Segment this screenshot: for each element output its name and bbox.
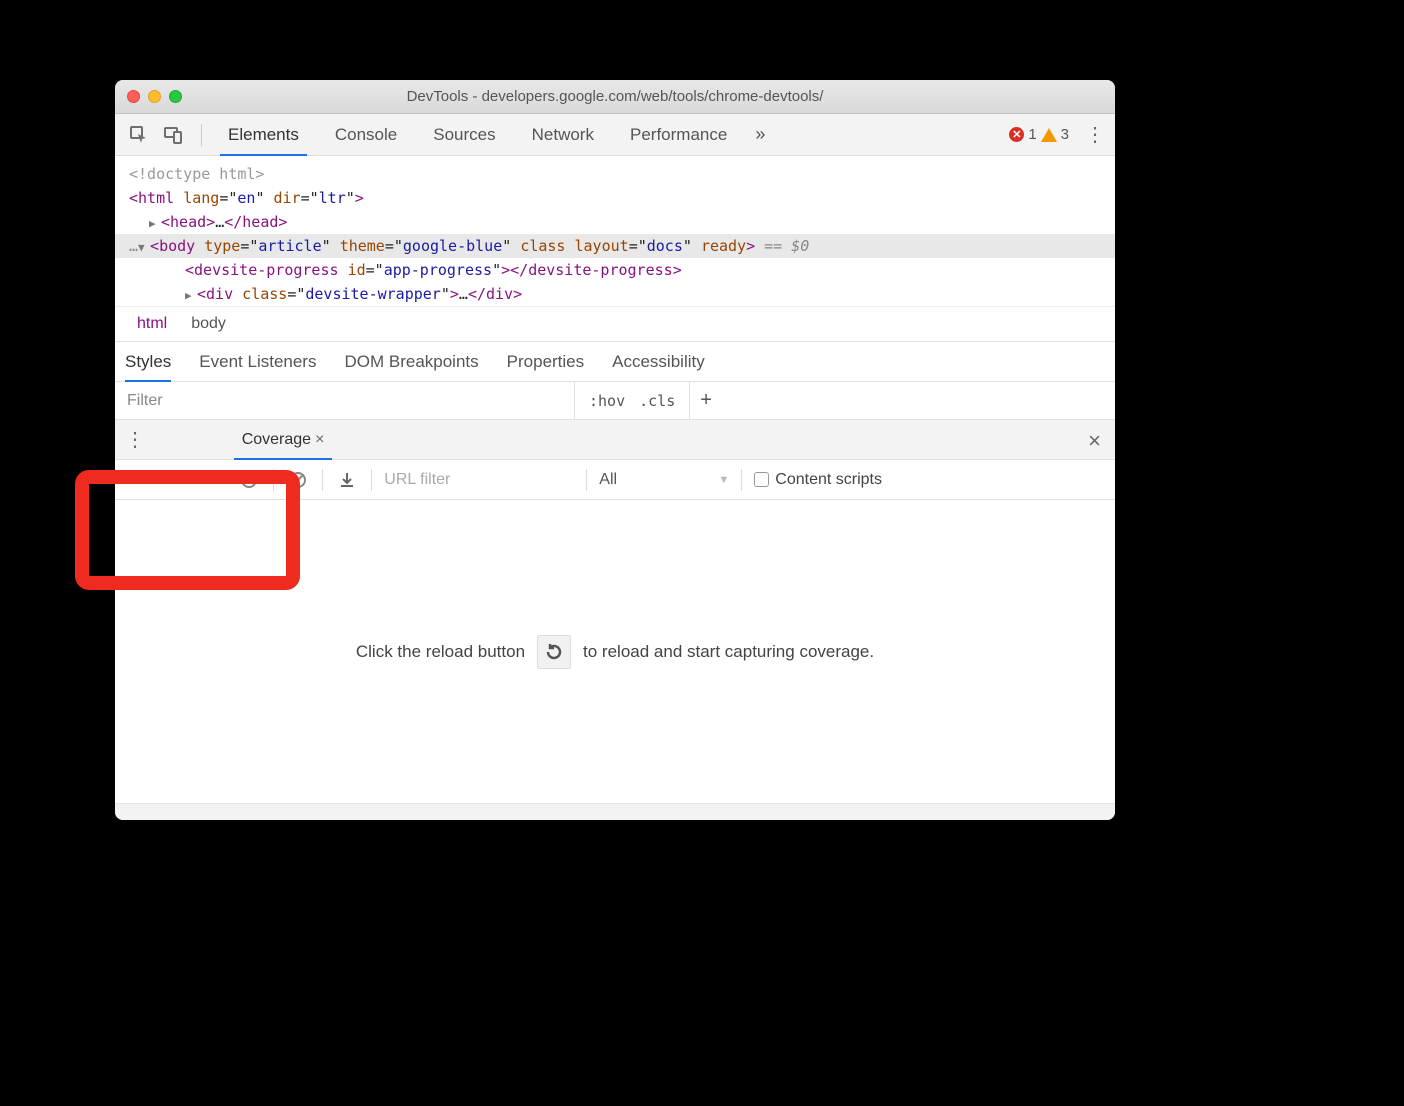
checkbox-icon[interactable] <box>754 472 769 487</box>
error-icon[interactable]: ✕ <box>1009 127 1024 142</box>
tab-performance[interactable]: Performance <box>612 114 745 156</box>
dom-breadcrumb: html body <box>115 306 1115 342</box>
reload-button[interactable] <box>537 635 571 669</box>
drawer-close-icon[interactable]: × <box>1088 428 1101 454</box>
tab-dom-breakpoints[interactable]: DOM Breakpoints <box>344 342 478 382</box>
tab-sources[interactable]: Sources <box>415 114 513 156</box>
styles-filter-row: :hov .cls + <box>115 382 1115 420</box>
coverage-url-filter-input[interactable] <box>384 471 574 489</box>
devtools-window: DevTools - developers.google.com/web/too… <box>115 80 1115 820</box>
coverage-type-dropdown[interactable]: All ▼ <box>599 471 729 489</box>
drawer-tabs: ⋮ Console Coverage × × <box>115 420 1115 460</box>
coverage-hint-before: Click the reload button <box>356 642 525 662</box>
annotation-highlight-box <box>75 470 300 590</box>
separator <box>371 469 372 491</box>
new-style-rule-button[interactable]: + <box>690 389 722 412</box>
close-tab-icon[interactable]: × <box>315 431 324 449</box>
coverage-hint-after: to reload and start capturing coverage. <box>583 642 874 662</box>
error-count: 1 <box>1028 126 1036 143</box>
hov-toggle[interactable]: :hov <box>589 392 625 410</box>
content-scripts-checkbox[interactable]: Content scripts <box>754 471 882 489</box>
warning-icon[interactable] <box>1041 128 1057 142</box>
window-title: DevTools - developers.google.com/web/too… <box>115 88 1115 105</box>
export-icon[interactable] <box>335 468 359 492</box>
tab-console[interactable]: Console <box>317 114 415 156</box>
titlebar: DevTools - developers.google.com/web/too… <box>115 80 1115 114</box>
head-line[interactable]: ▶<head>…</head> <box>129 210 1115 234</box>
html-open-line[interactable]: <html lang="en" dir="ltr"> <box>129 186 1115 210</box>
status-badges: ✕ 1 3 ⋮ <box>1009 125 1105 145</box>
styles-filter-input[interactable] <box>115 382 575 419</box>
drawer-tab-coverage[interactable]: Coverage × <box>232 420 335 460</box>
tab-event-listeners[interactable]: Event Listeners <box>199 342 316 382</box>
div-wrapper-line[interactable]: ▶<div class="devsite-wrapper">…</div> <box>129 282 1115 306</box>
devsite-progress-line[interactable]: <devsite-progress id="app-progress"></de… <box>129 258 1115 282</box>
separator <box>201 124 202 146</box>
device-toolbar-icon[interactable] <box>159 121 187 149</box>
warning-count: 3 <box>1061 126 1069 143</box>
drawer-menu-icon[interactable]: ⋮ <box>125 430 145 450</box>
main-panel-tabs: Elements Console Sources Network Perform… <box>115 114 1115 156</box>
tab-properties[interactable]: Properties <box>507 342 584 382</box>
separator <box>586 469 587 491</box>
devtools-footer <box>115 804 1115 820</box>
body-line-selected[interactable]: …▼<body type="article" theme="google-blu… <box>115 234 1115 258</box>
tab-styles[interactable]: Styles <box>125 342 171 382</box>
doctype-line: <!doctype html> <box>129 162 1115 186</box>
crumb-body[interactable]: body <box>179 315 238 333</box>
more-tabs-button[interactable]: » <box>745 124 775 145</box>
separator <box>741 469 742 491</box>
settings-kebab-icon[interactable]: ⋮ <box>1085 125 1105 145</box>
inspect-element-icon[interactable] <box>125 121 153 149</box>
content-scripts-label: Content scripts <box>775 471 882 489</box>
crumb-html[interactable]: html <box>125 315 179 333</box>
dom-tree[interactable]: <!doctype html> <html lang="en" dir="ltr… <box>115 156 1115 306</box>
tab-accessibility[interactable]: Accessibility <box>612 342 705 382</box>
tab-elements[interactable]: Elements <box>210 114 317 156</box>
separator <box>322 469 323 491</box>
elements-side-tabs: Styles Event Listeners DOM Breakpoints P… <box>115 342 1115 382</box>
tab-network[interactable]: Network <box>514 114 612 156</box>
cls-toggle[interactable]: .cls <box>639 392 675 410</box>
